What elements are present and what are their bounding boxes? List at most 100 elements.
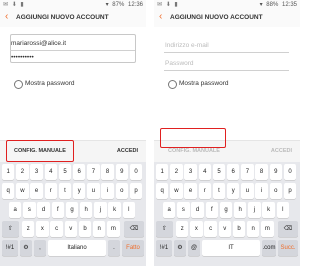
show-password-radio[interactable] (168, 80, 177, 89)
key-f[interactable]: f (51, 202, 64, 218)
key-0[interactable]: 0 (283, 164, 297, 180)
shift-icon[interactable]: ⇧ (2, 221, 19, 237)
show-password-radio[interactable] (14, 80, 23, 89)
enter-key[interactable]: Fatto (122, 240, 144, 256)
key-7[interactable]: 7 (87, 164, 100, 180)
login-button[interactable]: ACCEDI (117, 148, 138, 154)
key-e[interactable]: e (184, 183, 197, 199)
key-2[interactable]: 2 (170, 164, 183, 180)
back-arrow-icon[interactable]: ‹ (5, 12, 8, 22)
password-field[interactable]: Password (164, 58, 289, 71)
key-a[interactable]: a (9, 202, 22, 218)
key-c[interactable]: c (50, 221, 63, 237)
key-w[interactable]: w (16, 183, 29, 199)
key-9[interactable]: 9 (269, 164, 282, 180)
notification-icons: ✉ ⬇ ▮ (157, 2, 179, 8)
email-field[interactable]: mariarossi@alice.it (10, 38, 135, 51)
key-4[interactable]: 4 (198, 164, 211, 180)
key-l[interactable]: l (276, 202, 289, 218)
key-q[interactable]: q (2, 183, 15, 199)
gear-icon[interactable]: ⚙ (174, 240, 186, 256)
key-b[interactable]: b (232, 221, 246, 237)
key-1[interactable]: 1 (156, 164, 169, 180)
key-r[interactable]: r (44, 183, 57, 199)
manual-config-button[interactable]: CONFIG. MANUALE (168, 148, 220, 154)
key-s[interactable]: s (177, 202, 190, 218)
key-n[interactable]: n (93, 221, 106, 237)
key-3[interactable]: 3 (30, 164, 43, 180)
key-z[interactable]: z (22, 221, 35, 237)
key-i[interactable]: i (101, 183, 114, 199)
key-o[interactable]: o (269, 183, 282, 199)
key-k[interactable]: k (108, 202, 121, 218)
key-g[interactable]: g (219, 202, 233, 218)
key-m[interactable]: m (261, 221, 274, 237)
key-9[interactable]: 9 (115, 164, 128, 180)
key-w[interactable]: w (170, 183, 183, 199)
key-x[interactable]: x (36, 221, 49, 237)
key-j[interactable]: j (248, 202, 261, 218)
key-6[interactable]: 6 (227, 164, 240, 180)
key-7[interactable]: 7 (241, 164, 254, 180)
gear-icon[interactable]: ⚙ (20, 240, 32, 256)
key-5[interactable]: 5 (58, 164, 72, 180)
enter-key[interactable]: Succ. (278, 240, 298, 256)
key-g[interactable]: g (65, 202, 79, 218)
key-j[interactable]: j (94, 202, 107, 218)
key-d[interactable]: d (37, 202, 50, 218)
key-f[interactable]: f (205, 202, 218, 218)
key-1[interactable]: 1 (2, 164, 15, 180)
backspace-icon[interactable]: ⌫ (278, 221, 298, 237)
key-p[interactable]: p (283, 183, 297, 199)
key-v[interactable]: v (64, 221, 77, 237)
key-x[interactable]: x (190, 221, 203, 237)
space-bar[interactable]: IT (202, 240, 260, 256)
key-a[interactable]: a (163, 202, 176, 218)
key-t[interactable]: t (58, 183, 72, 199)
key-d[interactable]: d (191, 202, 204, 218)
key-at[interactable]: @ (188, 240, 200, 256)
backspace-icon[interactable]: ⌫ (124, 221, 144, 237)
symbols-key[interactable]: !#1 (2, 240, 18, 256)
key-i[interactable]: i (255, 183, 268, 199)
key-2[interactable]: 2 (16, 164, 29, 180)
key-z[interactable]: z (176, 221, 189, 237)
key-0[interactable]: 0 (129, 164, 143, 180)
key-dotcom[interactable]: .com (262, 240, 276, 256)
key-k[interactable]: k (262, 202, 275, 218)
key-o[interactable]: o (115, 183, 128, 199)
key-c[interactable]: c (204, 221, 217, 237)
key-5[interactable]: 5 (212, 164, 226, 180)
key-comma[interactable]: , (34, 240, 46, 256)
key-e[interactable]: e (30, 183, 43, 199)
key-y[interactable]: y (227, 183, 240, 199)
shift-icon[interactable]: ⇧ (156, 221, 173, 237)
key-v[interactable]: v (218, 221, 231, 237)
key-h[interactable]: h (80, 202, 93, 218)
key-t[interactable]: t (212, 183, 226, 199)
space-bar[interactable]: Italiano (48, 240, 106, 256)
symbols-key[interactable]: !#1 (156, 240, 172, 256)
key-n[interactable]: n (247, 221, 260, 237)
email-field[interactable]: Indirizzo e-mail (164, 40, 289, 53)
key-dot[interactable]: . (108, 240, 120, 256)
key-u[interactable]: u (87, 183, 100, 199)
key-u[interactable]: u (241, 183, 254, 199)
login-button[interactable]: ACCEDI (271, 148, 292, 154)
key-m[interactable]: m (107, 221, 120, 237)
key-h[interactable]: h (234, 202, 247, 218)
key-4[interactable]: 4 (44, 164, 57, 180)
password-field[interactable]: •••••••••• (10, 52, 135, 64)
key-3[interactable]: 3 (184, 164, 197, 180)
key-8[interactable]: 8 (101, 164, 114, 180)
key-8[interactable]: 8 (255, 164, 268, 180)
key-l[interactable]: l (122, 202, 135, 218)
key-q[interactable]: q (156, 183, 169, 199)
key-r[interactable]: r (198, 183, 211, 199)
key-y[interactable]: y (73, 183, 86, 199)
back-arrow-icon[interactable]: ‹ (159, 12, 162, 22)
key-b[interactable]: b (78, 221, 92, 237)
key-p[interactable]: p (129, 183, 143, 199)
key-6[interactable]: 6 (73, 164, 86, 180)
key-s[interactable]: s (23, 202, 36, 218)
